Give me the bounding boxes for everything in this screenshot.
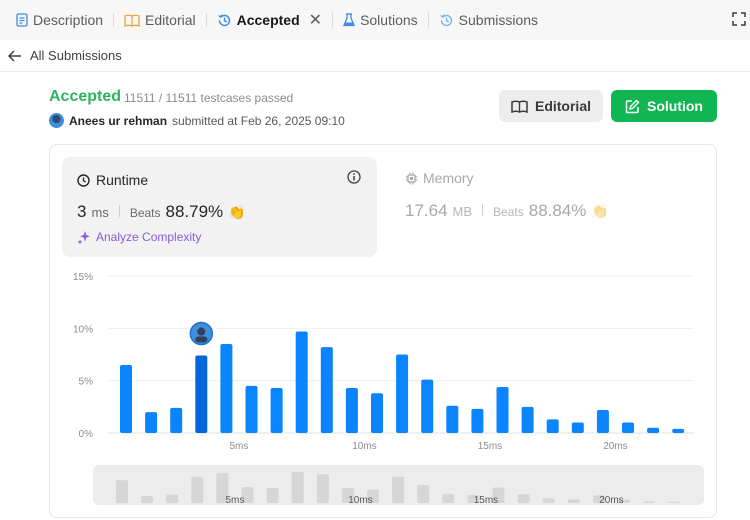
divider [118,205,120,217]
clock-icon [77,173,90,187]
range-minimap[interactable] [93,465,704,505]
analyze-complexity-link[interactable]: Analyze Complexity [77,230,201,244]
book-icon [124,14,140,27]
runtime-unit: ms [91,205,109,220]
tab-solutions[interactable]: Solutions [337,0,424,40]
runtime-title: Runtime [77,172,148,188]
flask-icon [343,13,356,27]
runtime-panel[interactable]: Runtime 3 ms Beats 88.79% 👏 Analyze Comp… [62,157,377,257]
back-to-submissions[interactable]: All Submissions [0,40,750,72]
memory-panel[interactable]: Memory 17.64 MB Beats 88.84% 👏 [405,170,609,220]
solution-button-label: Solution [647,98,703,114]
clap-icon: 👏 [228,204,246,220]
tab-description[interactable]: Description [10,0,109,40]
analyze-label: Analyze Complexity [96,230,202,244]
history-icon [217,13,230,26]
expand-icon[interactable] [732,12,746,26]
tab-label: Editorial [145,12,196,28]
username-link[interactable]: Anees ur rehman [69,114,167,128]
runtime-title-label: Runtime [96,172,149,188]
solution-button[interactable]: Solution [611,90,717,122]
tab-submissions[interactable]: Submissions [433,0,544,40]
tab-divider [427,13,429,27]
tab-divider [113,13,115,27]
memory-value-row: 17.64 MB Beats 88.84% 👏 [405,201,609,221]
tab-divider [332,13,334,27]
tab-editorial[interactable]: Editorial [118,0,202,40]
runtime-beats-percent: 88.79% [165,202,224,221]
tab-label: Submissions [458,12,539,28]
tab-label: Accepted [236,12,300,28]
submitter-info: Anees ur rehman submitted at Feb 26, 202… [49,113,345,128]
beats-label: Beats [493,205,524,219]
clap-icon: 👏 [591,203,609,219]
testcases-passed: 11511 / 11511 testcases passed [124,91,294,105]
divider [482,204,484,216]
history-icon [439,13,452,26]
tab-bar: Description Editorial Accepted ✕ Solutio… [0,0,750,40]
memory-beats-percent: 88.84% [528,201,587,220]
avatar[interactable] [49,113,64,128]
submitted-time: submitted at Feb 26, 2025 09:10 [172,113,345,128]
tab-label: Solutions [360,12,418,28]
description-icon [16,13,28,27]
submission-status: Accepted [49,88,122,105]
runtime-value-row: 3 ms Beats 88.79% 👏 [77,202,246,222]
back-label: All Submissions [30,48,122,63]
memory-title-label: Memory [423,170,474,186]
tab-divider [205,13,207,27]
beats-label: Beats [129,206,161,220]
arrow-left-icon [8,49,21,62]
memory-unit: MB [452,204,473,219]
close-icon[interactable]: ✕ [309,10,322,30]
runtime-value: 3 [77,202,87,221]
editorial-button[interactable]: Editorial [499,90,603,122]
memory-title: Memory [405,170,474,186]
edit-icon [625,99,640,113]
sparkle-icon [77,231,90,244]
info-icon[interactable] [347,170,361,184]
book-icon [511,100,528,113]
tab-accepted[interactable]: Accepted ✕ [211,0,328,40]
memory-value: 17.64 [405,201,448,220]
editorial-button-label: Editorial [534,98,591,114]
tab-label: Description [33,12,104,28]
chip-icon [405,172,418,184]
